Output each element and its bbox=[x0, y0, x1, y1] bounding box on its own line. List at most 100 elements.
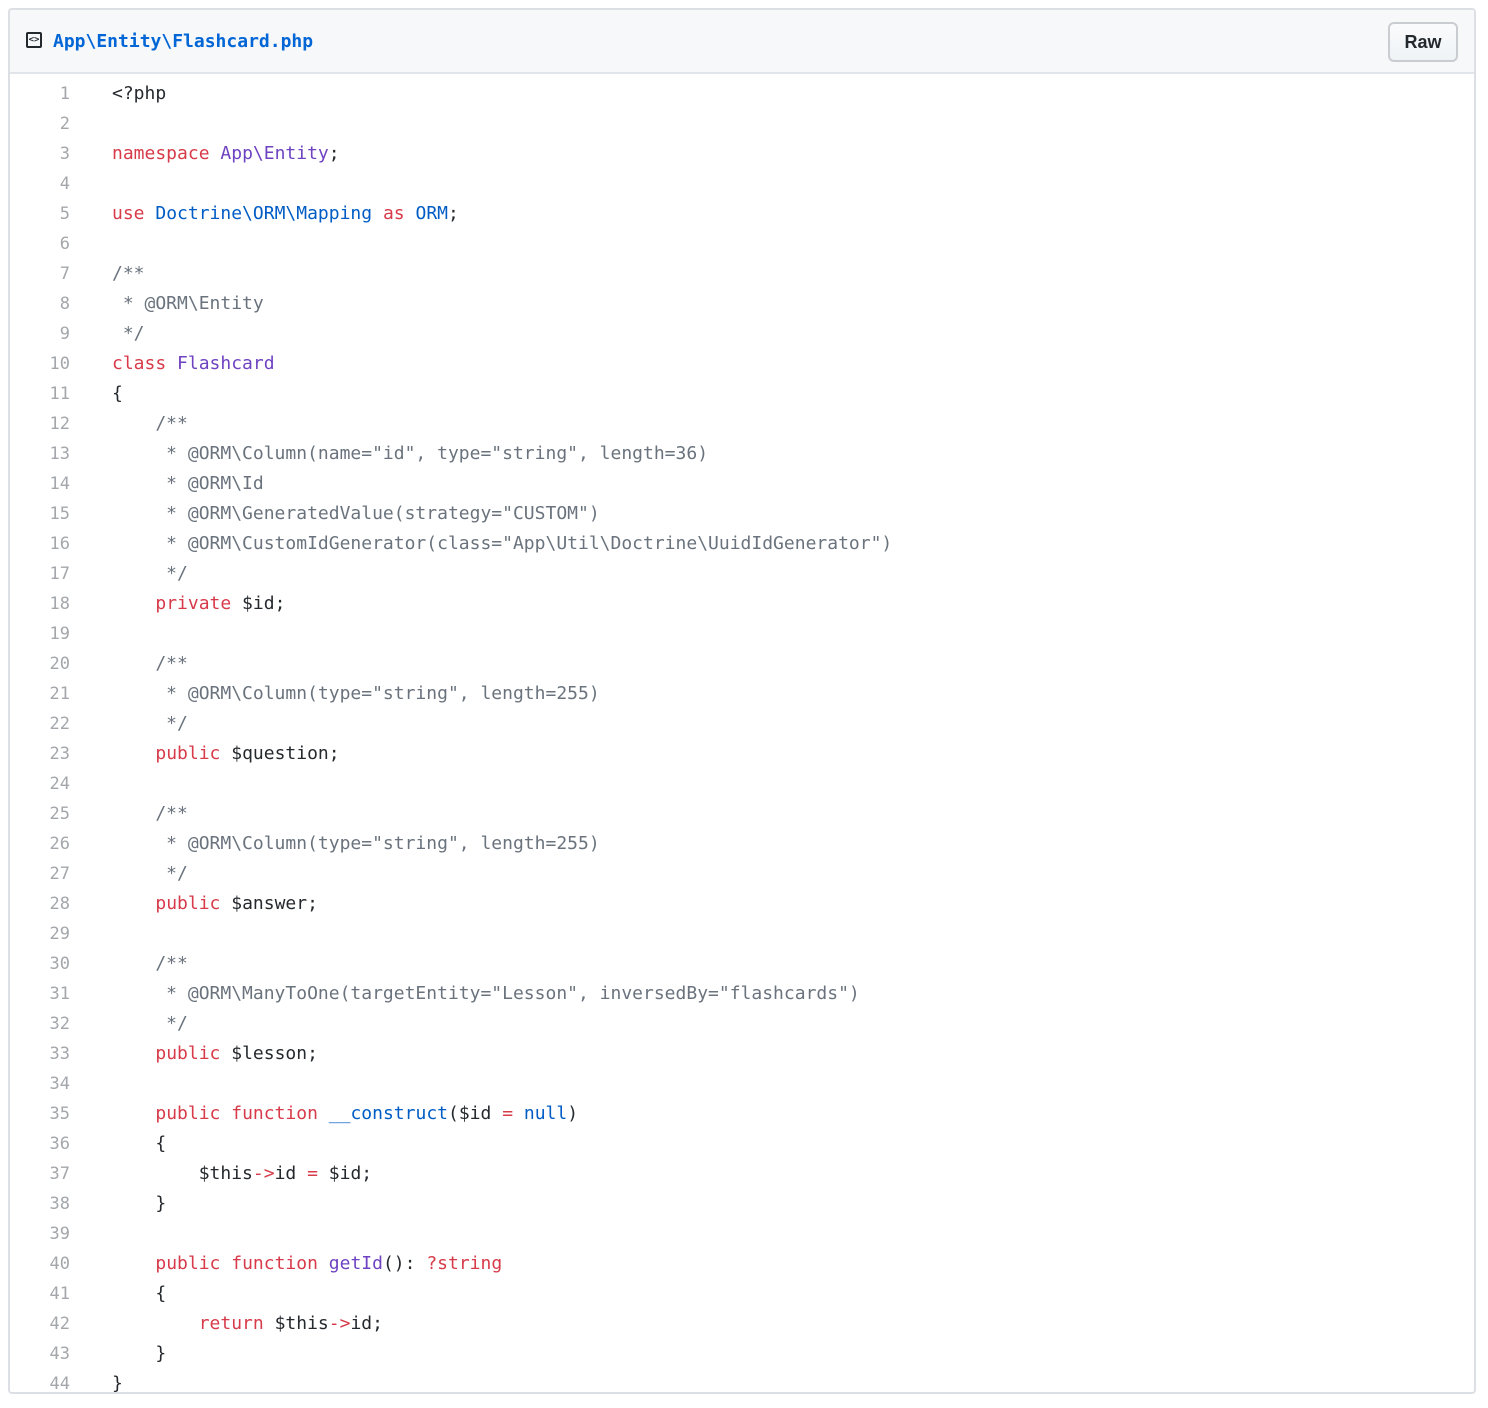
line-number[interactable]: 10 bbox=[10, 349, 70, 379]
line-code: return $this->id; bbox=[112, 1309, 383, 1339]
code-token: * @ORM\CustomIdGenerator(class="App\Util… bbox=[112, 533, 893, 554]
line-number[interactable]: 36 bbox=[10, 1129, 70, 1159]
file-code-icon: <> bbox=[26, 32, 42, 48]
line-code: * @ORM\CustomIdGenerator(class="App\Util… bbox=[112, 529, 892, 559]
line-code: * @ORM\Column(type="string", length=255) bbox=[112, 679, 600, 709]
line-number[interactable]: 23 bbox=[10, 739, 70, 769]
code-line: 25 /** bbox=[10, 799, 1474, 829]
code-line: 2 bbox=[10, 109, 1474, 139]
line-number[interactable]: 12 bbox=[10, 409, 70, 439]
line-number[interactable]: 41 bbox=[10, 1279, 70, 1309]
line-number[interactable]: 26 bbox=[10, 829, 70, 859]
line-number[interactable]: 15 bbox=[10, 499, 70, 529]
line-number[interactable]: 9 bbox=[10, 319, 70, 349]
code-line: 20 /** bbox=[10, 649, 1474, 679]
line-number[interactable]: 38 bbox=[10, 1189, 70, 1219]
line-code: public $lesson; bbox=[112, 1039, 318, 1069]
line-number[interactable]: 21 bbox=[10, 679, 70, 709]
line-number[interactable]: 5 bbox=[10, 199, 70, 229]
line-code: public $answer; bbox=[112, 889, 318, 919]
code-line: 8 * @ORM\Entity bbox=[10, 289, 1474, 319]
file-viewer: <> App\Entity\Flashcard.php Raw 1 <?php 2 3… bbox=[8, 8, 1476, 1394]
code-line: 12 /** bbox=[10, 409, 1474, 439]
code-token: $this bbox=[112, 1163, 253, 1184]
code-line: 15 * @ORM\GeneratedValue(strategy="CUSTO… bbox=[10, 499, 1474, 529]
line-number[interactable]: 16 bbox=[10, 529, 70, 559]
code-token: public bbox=[155, 893, 221, 914]
code-line: 5 use Doctrine\ORM\Mapping as ORM; bbox=[10, 199, 1474, 229]
line-number[interactable]: 14 bbox=[10, 469, 70, 499]
file-header: <> App\Entity\Flashcard.php Raw bbox=[10, 10, 1474, 74]
line-number[interactable]: 24 bbox=[10, 769, 70, 799]
code-line: 38 } bbox=[10, 1189, 1474, 1219]
line-number[interactable]: 28 bbox=[10, 889, 70, 919]
code-line: 30 /** bbox=[10, 949, 1474, 979]
line-number[interactable]: 7 bbox=[10, 259, 70, 289]
line-number[interactable]: 18 bbox=[10, 589, 70, 619]
code-token: Doctrine\ORM\Mapping bbox=[155, 203, 373, 224]
line-number[interactable]: 3 bbox=[10, 139, 70, 169]
line-number[interactable]: 20 bbox=[10, 649, 70, 679]
line-number[interactable]: 44 bbox=[10, 1369, 70, 1392]
line-number[interactable]: 22 bbox=[10, 709, 70, 739]
file-path-link[interactable]: App\Entity\Flashcard.php bbox=[53, 30, 313, 54]
code-line: 24 bbox=[10, 769, 1474, 799]
line-number[interactable]: 31 bbox=[10, 979, 70, 1009]
code-line: 37 $this->id = $id; bbox=[10, 1159, 1474, 1189]
line-number[interactable]: 13 bbox=[10, 439, 70, 469]
line-number[interactable]: 1 bbox=[10, 79, 70, 109]
line-number[interactable]: 8 bbox=[10, 289, 70, 319]
code-token: $this bbox=[263, 1313, 329, 1334]
raw-button[interactable]: Raw bbox=[1388, 22, 1458, 62]
line-number[interactable]: 19 bbox=[10, 619, 70, 649]
code-token: getId bbox=[328, 1253, 383, 1274]
line-number[interactable]: 25 bbox=[10, 799, 70, 829]
line-number[interactable]: 11 bbox=[10, 379, 70, 409]
line-number[interactable]: 34 bbox=[10, 1069, 70, 1099]
line-number[interactable]: 30 bbox=[10, 949, 70, 979]
line-number[interactable]: 2 bbox=[10, 109, 70, 139]
line-number[interactable]: 27 bbox=[10, 859, 70, 889]
line-number[interactable]: 29 bbox=[10, 919, 70, 949]
code-token: /** bbox=[112, 653, 188, 674]
line-code: /** bbox=[112, 409, 188, 439]
line-number[interactable]: 32 bbox=[10, 1009, 70, 1039]
code-token: * @ORM\GeneratedValue(strategy="CUSTOM") bbox=[112, 503, 600, 524]
code-line: 10 class Flashcard bbox=[10, 349, 1474, 379]
code-token: /** bbox=[112, 413, 188, 434]
line-number[interactable]: 42 bbox=[10, 1309, 70, 1339]
line-number[interactable]: 17 bbox=[10, 559, 70, 589]
code-token: { bbox=[112, 1283, 167, 1304]
code-token: $id; bbox=[317, 1163, 373, 1184]
line-number[interactable]: 35 bbox=[10, 1099, 70, 1129]
code-token: { bbox=[112, 1133, 167, 1154]
code-line: 18 private $id; bbox=[10, 589, 1474, 619]
line-code: } bbox=[112, 1369, 123, 1394]
line-number[interactable]: 37 bbox=[10, 1159, 70, 1189]
code-token: */ bbox=[112, 323, 145, 344]
code-token: */ bbox=[112, 863, 188, 884]
code-line: 42 return $this->id; bbox=[10, 1309, 1474, 1339]
line-number[interactable]: 6 bbox=[10, 229, 70, 259]
code-token: } bbox=[112, 1373, 123, 1394]
line-number[interactable]: 33 bbox=[10, 1039, 70, 1069]
code-token: id bbox=[274, 1163, 308, 1184]
line-number[interactable]: 43 bbox=[10, 1339, 70, 1369]
code-token: ; bbox=[328, 143, 340, 164]
code-line: 4 bbox=[10, 169, 1474, 199]
code-token: $lesson; bbox=[220, 1043, 318, 1064]
line-number[interactable]: 4 bbox=[10, 169, 70, 199]
code-token: return bbox=[198, 1313, 264, 1334]
line-number[interactable]: 39 bbox=[10, 1219, 70, 1249]
line-code: * @ORM\ManyToOne(targetEntity="Lesson", … bbox=[112, 979, 860, 1009]
code-token: App\Entity bbox=[220, 143, 329, 164]
line-number[interactable]: 40 bbox=[10, 1249, 70, 1279]
code-line: 14 * @ORM\Id bbox=[10, 469, 1474, 499]
code-token: /** bbox=[112, 953, 188, 974]
code-token: */ bbox=[112, 713, 188, 734]
code-line: 7 /** bbox=[10, 259, 1474, 289]
